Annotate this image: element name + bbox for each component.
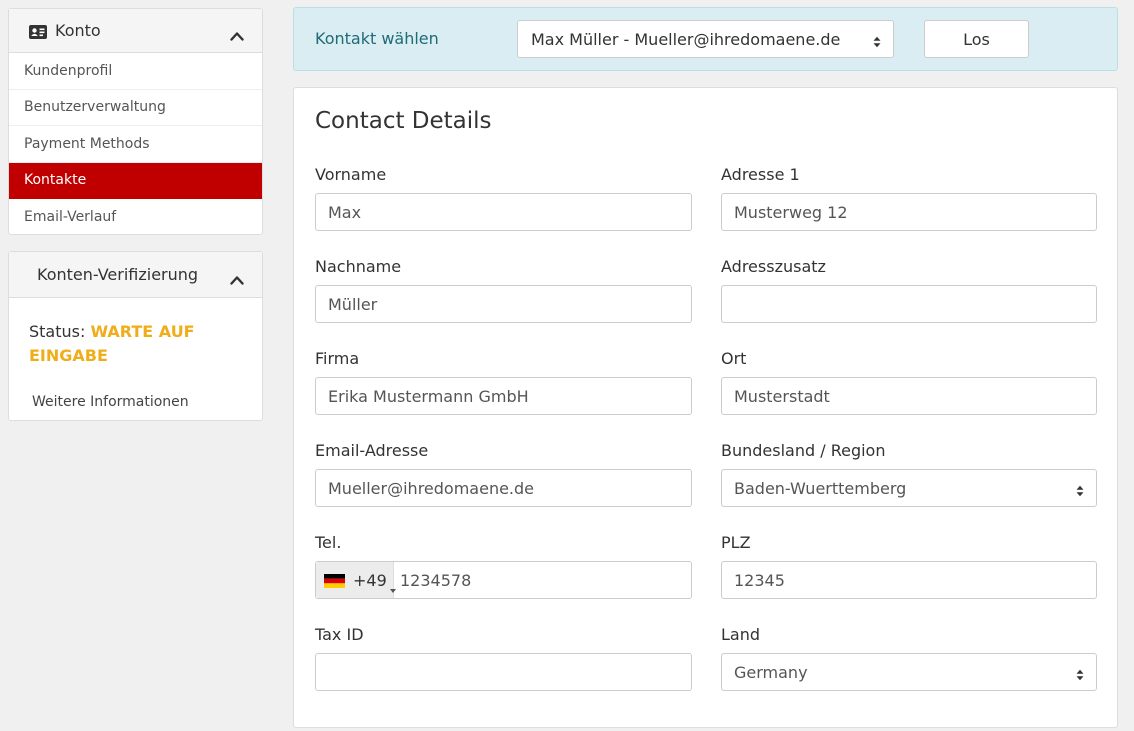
sidebar-item-email-verlauf[interactable]: Email-Verlauf [9, 199, 262, 236]
company-field[interactable]: Erika Mustermann GmbH [315, 377, 692, 415]
address1-value: Musterweg 12 [734, 202, 848, 222]
city-label: Ort [721, 349, 747, 368]
country-code: +49 [353, 570, 387, 590]
verification-body: Status: WARTE AUF EINGABE Weitere Inform… [9, 298, 262, 410]
contact-chooser-label: Kontakt wählen [315, 29, 439, 48]
first-name-field[interactable]: Max [315, 193, 692, 231]
account-panel-title-wrap: Konto [29, 21, 230, 40]
sidebar-item-kontakte[interactable]: Kontakte [9, 162, 262, 199]
chevron-up-icon[interactable] [230, 26, 244, 41]
go-button[interactable]: Los [924, 20, 1029, 58]
state-label: Bundesland / Region [721, 441, 886, 460]
sidebar-item-kundenprofil[interactable]: Kundenprofil [9, 53, 262, 90]
sidebar-item-label: Payment Methods [24, 135, 150, 152]
zip-label: PLZ [721, 533, 751, 552]
sort-arrows-icon [1076, 666, 1084, 681]
phone-field[interactable]: +49 1234578 [315, 561, 692, 599]
status-label: Status: [29, 322, 86, 341]
phone-number-value: 1234578 [400, 570, 472, 590]
state-value: Baden-Wuerttemberg [734, 478, 907, 498]
address1-label: Adresse 1 [721, 165, 800, 184]
address2-label: Adresszusatz [721, 257, 826, 276]
chevron-up-icon[interactable] [230, 270, 244, 285]
more-info-link[interactable]: Weitere Informationen [29, 394, 242, 410]
first-name-label: Vorname [315, 165, 387, 184]
sidebar-item-label: Email-Verlauf [24, 209, 117, 226]
page-title: Contact Details [315, 108, 492, 134]
account-panel: Konto Kundenprofil Benutzerverwaltung Pa… [8, 8, 263, 235]
email-value: Mueller@ihredomaene.de [328, 478, 535, 498]
country-code-selector[interactable]: +49 [316, 562, 396, 598]
zip-field[interactable]: 12345 [721, 561, 1097, 599]
tax-id-field[interactable] [315, 653, 692, 691]
contact-details-card: Contact Details Vorname Max Nachname Mül… [293, 87, 1118, 728]
country-label: Land [721, 625, 761, 644]
email-label: Email-Adresse [315, 441, 429, 460]
last-name-field[interactable]: Müller [315, 285, 692, 323]
sidebar-item-label: Kontakte [24, 172, 87, 189]
last-name-value: Müller [328, 294, 378, 314]
verification-panel-title: Konten-Verifizierung [37, 265, 199, 284]
company-label: Firma [315, 349, 360, 368]
sort-arrows-icon [873, 33, 881, 48]
company-value: Erika Mustermann GmbH [328, 386, 529, 406]
germany-flag-icon [324, 573, 345, 588]
sidebar-item-label: Benutzerverwaltung [24, 99, 166, 116]
state-select[interactable]: Baden-Wuerttemberg [721, 469, 1097, 507]
tax-id-label: Tax ID [315, 625, 364, 644]
account-panel-heading[interactable]: Konto [9, 9, 262, 53]
address1-field[interactable]: Musterweg 12 [721, 193, 1097, 231]
id-card-icon [29, 24, 47, 39]
sidebar-item-benutzerverwaltung[interactable]: Benutzerverwaltung [9, 90, 262, 126]
email-field[interactable]: Mueller@ihredomaene.de [315, 469, 692, 507]
first-name-value: Max [328, 202, 362, 222]
verification-panel-heading[interactable]: Konten-Verifizierung [9, 252, 262, 298]
caret-down-icon [389, 578, 396, 593]
contact-select-value: Max Müller - Mueller@ihredomaene.de [531, 29, 841, 49]
verification-panel: Konten-Verifizierung Status: WARTE AUF E… [8, 251, 263, 421]
sidebar-item-payment-methods[interactable]: Payment Methods [9, 126, 262, 163]
phone-label: Tel. [315, 533, 342, 552]
sidebar-item-label: Kundenprofil [24, 62, 113, 79]
contact-select[interactable]: Max Müller - Mueller@ihredomaene.de [517, 20, 894, 58]
contact-chooser: Kontakt wählen Max Müller - Mueller@ihre… [293, 7, 1118, 71]
verification-status: Status: WARTE AUF EINGABE [29, 320, 242, 368]
city-value: Musterstadt [734, 386, 830, 406]
city-field[interactable]: Musterstadt [721, 377, 1097, 415]
country-select[interactable]: Germany [721, 653, 1097, 691]
country-value: Germany [734, 662, 808, 682]
sort-arrows-icon [1076, 482, 1084, 497]
account-panel-title: Konto [55, 21, 101, 40]
last-name-label: Nachname [315, 257, 402, 276]
zip-value: 12345 [734, 570, 785, 590]
address2-field[interactable] [721, 285, 1097, 323]
